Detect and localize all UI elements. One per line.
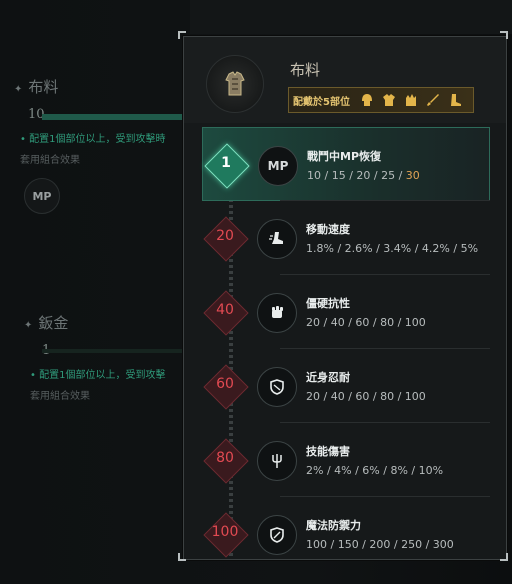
bg-progress-bar-2 bbox=[42, 349, 182, 353]
set-bonus-tooltip: 布料 配戴於5部位 1 MP 戰鬥中MP恢復 10 / 15 / 20 / 25… bbox=[183, 36, 507, 560]
tier-name: 戰鬥中MP恢復 bbox=[307, 150, 382, 163]
fist-icon bbox=[257, 293, 297, 333]
bg-set-cloth: ✦ 布料 10 • 配置1個部位以上，受到攻擊時 套用組合效果 MP bbox=[14, 76, 194, 214]
bg-set-plate: ✦鈑金 1 • 配置1個部位以上，受到攻擊 套用組合效果 bbox=[14, 312, 194, 402]
tier-values-text: 10 / 15 / 20 / 25 / bbox=[307, 169, 406, 182]
background-top-band bbox=[190, 0, 512, 34]
tier-values: 20 / 40 / 60 / 80 / 100 bbox=[306, 316, 426, 329]
trident-icon bbox=[257, 441, 297, 481]
tier-values-highlight: 30 bbox=[405, 169, 420, 182]
tier-row-40: 40 僵硬抗性 20 / 40 / 60 / 80 / 100 bbox=[202, 275, 490, 349]
tier-name: 技能傷害 bbox=[306, 445, 350, 458]
divider bbox=[280, 348, 490, 349]
divider bbox=[280, 496, 490, 497]
boots-icon bbox=[446, 91, 464, 109]
chest-icon bbox=[380, 91, 398, 109]
cloth-armor-icon bbox=[206, 55, 264, 113]
star-icon: ✦ bbox=[14, 84, 23, 95]
tier-row-20: 20 移動速度 1.8% / 2.6% / 3.4% / 4.2% / 5% bbox=[202, 201, 490, 275]
bg-set-cloth-title-row: ✦ 布料 bbox=[14, 76, 194, 97]
shield-icon bbox=[257, 367, 297, 407]
tier-values: 2% / 4% / 6% / 8% / 10% bbox=[306, 464, 444, 477]
bg-set-plate-desc: • 配置1個部位以上，受到攻擊 bbox=[30, 370, 166, 381]
tooltip-title: 布料 bbox=[290, 61, 321, 79]
divider bbox=[280, 200, 490, 201]
tier-level: 80 bbox=[216, 450, 234, 466]
bg-set-plate-sub: 套用組合效果 bbox=[30, 391, 90, 402]
bg-progress-bar bbox=[42, 114, 192, 120]
tier-name: 魔法防禦力 bbox=[306, 519, 361, 532]
divider bbox=[280, 422, 490, 423]
divider bbox=[280, 274, 490, 275]
bg-set-cloth-sub: 套用組合效果 bbox=[20, 155, 80, 166]
tier-name: 僵硬抗性 bbox=[306, 297, 350, 310]
equip-slots-badge: 配戴於5部位 bbox=[288, 87, 474, 113]
tier-level: 40 bbox=[216, 302, 234, 318]
tier-values: 10 / 15 / 20 / 25 / 30 bbox=[307, 169, 420, 182]
bg-mp-icon[interactable]: MP bbox=[24, 178, 60, 214]
tier-name: 近身忍耐 bbox=[306, 371, 350, 384]
star-icon: ✦ bbox=[24, 320, 33, 331]
tier-level: 60 bbox=[216, 376, 234, 392]
tier-row-60: 60 近身忍耐 20 / 40 / 60 / 80 / 100 bbox=[202, 349, 490, 423]
bg-set-cloth-title: 布料 bbox=[28, 78, 59, 96]
tier-level: 20 bbox=[216, 228, 234, 244]
tier-values: 100 / 150 / 200 / 250 / 300 bbox=[306, 538, 454, 551]
tier-values: 20 / 40 / 60 / 80 / 100 bbox=[306, 390, 426, 403]
bg-set-plate-title-row: ✦ 鈑金 bbox=[24, 312, 194, 333]
tooltip-header: 布料 配戴於5部位 bbox=[184, 37, 506, 123]
sword-icon bbox=[424, 91, 442, 109]
boot-speed-icon bbox=[257, 219, 297, 259]
tier-row-1: 1 MP 戰鬥中MP恢復 10 / 15 / 20 / 25 / 30 bbox=[202, 127, 490, 201]
tier-row-100: 100 魔法防禦力 100 / 150 / 200 / 250 / 300 bbox=[202, 497, 490, 559]
magic-shield-icon bbox=[257, 515, 297, 555]
equip-label: 配戴於5部位 bbox=[293, 96, 350, 108]
tier-level: 100 bbox=[211, 524, 239, 540]
bg-set-cloth-desc: • 配置1個部位以上，受到攻擊時 bbox=[20, 134, 166, 145]
tooltip-corner bbox=[178, 31, 186, 39]
tooltip-corner bbox=[500, 31, 508, 39]
bg-set-plate-title: 鈑金 bbox=[38, 314, 69, 332]
tier-row-80: 80 技能傷害 2% / 4% / 6% / 8% / 10% bbox=[202, 423, 490, 497]
tooltip-corner bbox=[178, 553, 186, 561]
tier-name: 移動速度 bbox=[306, 223, 350, 236]
tier-level: 1 bbox=[221, 155, 231, 171]
tier-values: 1.8% / 2.6% / 3.4% / 4.2% / 5% bbox=[306, 242, 479, 255]
mp-icon: MP bbox=[258, 146, 298, 186]
tooltip-corner bbox=[500, 553, 508, 561]
gloves-icon bbox=[402, 91, 420, 109]
helmet-icon bbox=[358, 91, 376, 109]
